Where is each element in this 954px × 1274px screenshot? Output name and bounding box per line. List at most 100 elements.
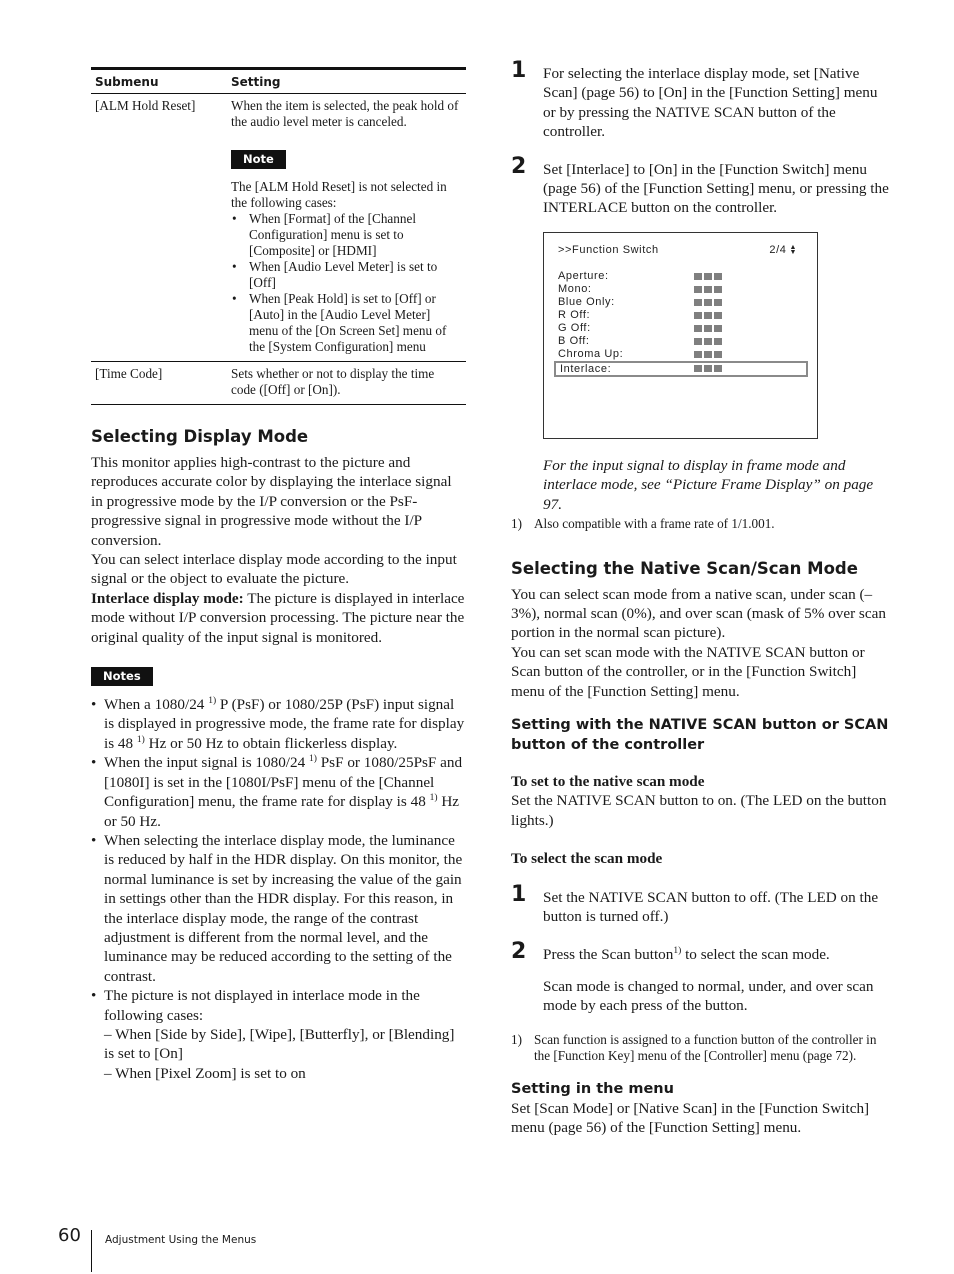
footnote-ref: 1) (673, 946, 682, 957)
scan-step-2: 2 Press the Scan button1) to select the … (511, 939, 891, 1015)
note-item: When a 1080/24 1) P (PsF) or 1080/25P (P… (91, 695, 466, 753)
notes-block: Notes When a 1080/24 1) P (PsF) or 1080/… (91, 667, 466, 1083)
scan-step-1: 1 Set the NATIVE SCAN button to off. (Th… (511, 882, 891, 927)
step-number: 1 (511, 881, 527, 907)
menu-item: Aperture: (554, 270, 808, 283)
note-item: When selecting the interlace display mod… (91, 831, 466, 986)
subheading-controller-buttons: Setting with the NATIVE SCAN button or S… (511, 717, 889, 753)
note-text: When a 1080/24 (104, 696, 209, 714)
dash-item: – When [Side by Side], [Wipe], [Butterfl… (104, 1025, 455, 1063)
footnote-ref: 1) (429, 793, 438, 804)
step-text-part: Press the Scan button (543, 946, 674, 964)
section-heading-scan-mode: Selecting the Native Scan/Scan Mode (511, 558, 858, 578)
paragraph: Interlace display mode: The picture is d… (91, 589, 466, 647)
notes-list: When a 1080/24 1) P (PsF) or 1080/25P (P… (91, 695, 466, 1083)
display-mode-body: This monitor applies high-contrast to th… (91, 453, 466, 647)
menu-page-indicator: 2/4 ▲ ▼ (769, 244, 797, 256)
menu-item: Mono: (554, 283, 808, 296)
note-item: When [Audio Level Meter] is set to [Off] (231, 259, 462, 291)
menu-item-label: R Off: (558, 308, 591, 321)
note-item: When [Format] of the [Channel Configurat… (231, 211, 462, 259)
value-placeholder-icon (694, 272, 722, 280)
footnote-mark: 1) (511, 516, 522, 532)
note-intro: The [ALM Hold Reset] is not selected in … (231, 179, 447, 210)
notes-badge: Notes (91, 667, 153, 687)
menu-item-list: Aperture: Mono: Blue Only: R Off: G Off:… (554, 270, 808, 377)
value-placeholder-icon (694, 311, 722, 319)
footnote-text: Scan function is assigned to a function … (534, 1031, 877, 1064)
table-header-submenu: Submenu (91, 67, 227, 94)
value-placeholder-icon (694, 298, 722, 306)
footer-section-title: Adjustment Using the Menus (105, 1234, 257, 1246)
step-text-part: to select the scan mode. (681, 946, 830, 964)
paragraph: You can set scan mode with the NATIVE SC… (511, 643, 865, 700)
note-text: Hz or 50 Hz to obtain flickerless displa… (144, 734, 398, 752)
subheading-setting-in-menu: Setting in the menu (511, 1080, 674, 1097)
menu-item-label: B Off: (558, 334, 590, 347)
submenu-settings-table: Submenu Setting [ALM Hold Reset] When th… (91, 67, 466, 405)
note-list: When [Format] of the [Channel Configurat… (231, 211, 462, 355)
subsection-select-scan: To select the scan mode (511, 850, 663, 868)
page-number: 60 (58, 1225, 81, 1246)
value-placeholder-icon (694, 285, 722, 293)
value-placeholder-icon (694, 337, 722, 345)
left-column: Submenu Setting [ALM Hold Reset] When th… (91, 67, 466, 1083)
menu-item: R Off: (554, 309, 808, 322)
footnote-text: Also compatible with a frame rate of 1/1… (534, 516, 775, 532)
footnote-mark: 1) (511, 1031, 522, 1047)
table-row: [ALM Hold Reset] When the item is select… (91, 94, 466, 362)
footnote-ref: 1) (208, 696, 217, 707)
footnote: 1) Also compatible with a frame rate of … (511, 516, 891, 533)
page-counter: 2/4 (769, 243, 787, 256)
menu-item-label: G Off: (558, 321, 591, 334)
dash-item: – When [Pixel Zoom] is set to on (104, 1064, 306, 1082)
right-column: 1 For selecting the interlace display mo… (511, 58, 891, 1137)
step-number: 2 (511, 153, 527, 179)
note-text: When the input signal is 1080/24 (104, 754, 310, 772)
setting-cell: Sets whether or not to display the time … (227, 361, 466, 405)
menu-item: Chroma Up: (554, 348, 808, 361)
note-text: The picture is not displayed in interlac… (104, 987, 420, 1024)
menu-item-label: Aperture: (558, 269, 609, 282)
paragraph: Set [Scan Mode] or [Native Scan] in the … (511, 1099, 870, 1137)
menu-item-label: Mono: (558, 282, 592, 295)
menu-item-label: Blue Only: (558, 295, 615, 308)
scan-mode-body: You can select scan mode from a native s… (511, 585, 891, 701)
paragraph: You can select scan mode from a native s… (511, 585, 886, 642)
paragraph: Set the NATIVE SCAN button to on. (The L… (511, 792, 887, 829)
menu-item-label: Interlace: (560, 362, 612, 375)
step-text: For selecting the interlace display mode… (543, 65, 878, 141)
table-header-setting: Setting (227, 67, 466, 94)
table-row: [Time Code] Sets whether or not to displ… (91, 361, 466, 405)
footnote-ref: 1) (309, 754, 317, 765)
note-item: When [Peak Hold] is set to [Off] or [Aut… (231, 291, 462, 355)
menu-screen-title: >>Function Switch (558, 243, 659, 256)
up-down-arrow-icon: ▲ ▼ (789, 243, 797, 256)
submenu-cell: [Time Code] (91, 361, 227, 405)
value-placeholder-icon (694, 364, 722, 372)
function-switch-menu-screen: >>Function Switch 2/4 ▲ ▼ Aperture: Mono:… (543, 231, 818, 439)
menu-item-selected: Interlace: (554, 360, 808, 377)
step-text: Set the NATIVE SCAN button to off. (The … (543, 888, 879, 926)
note-block: Note The [ALM Hold Reset] is not selecte… (231, 150, 462, 355)
note-badge: Note (231, 150, 286, 169)
note-item: The picture is not displayed in interlac… (91, 986, 466, 1083)
step-number: 1 (511, 58, 527, 83)
value-placeholder-icon (694, 350, 722, 358)
menu-item: B Off: (554, 335, 808, 348)
section-heading-display-mode: Selecting Display Mode (91, 427, 309, 446)
frame-display-caption: For the input signal to display in frame… (543, 456, 874, 513)
menu-item: G Off: (554, 322, 808, 335)
menu-item: Blue Only: (554, 296, 808, 309)
value-placeholder-icon (694, 324, 722, 332)
paragraph: You can select interlace display mode ac… (91, 551, 457, 588)
setting-cell: When the item is selected, the peak hold… (227, 94, 466, 362)
step-2: 2 Set [Interlace] to [On] in the [Functi… (511, 154, 891, 218)
menu-item-label: Chroma Up: (558, 347, 624, 360)
subsection-native-scan: To set to the native scan mode (511, 773, 705, 790)
step-1: 1 For selecting the interlace display mo… (511, 58, 891, 142)
paragraph: This monitor applies high-contrast to th… (91, 454, 452, 549)
step-number: 2 (511, 939, 527, 965)
step-text: Set [Interlace] to [On] in the [Function… (543, 160, 889, 217)
footer-divider (91, 1230, 92, 1272)
